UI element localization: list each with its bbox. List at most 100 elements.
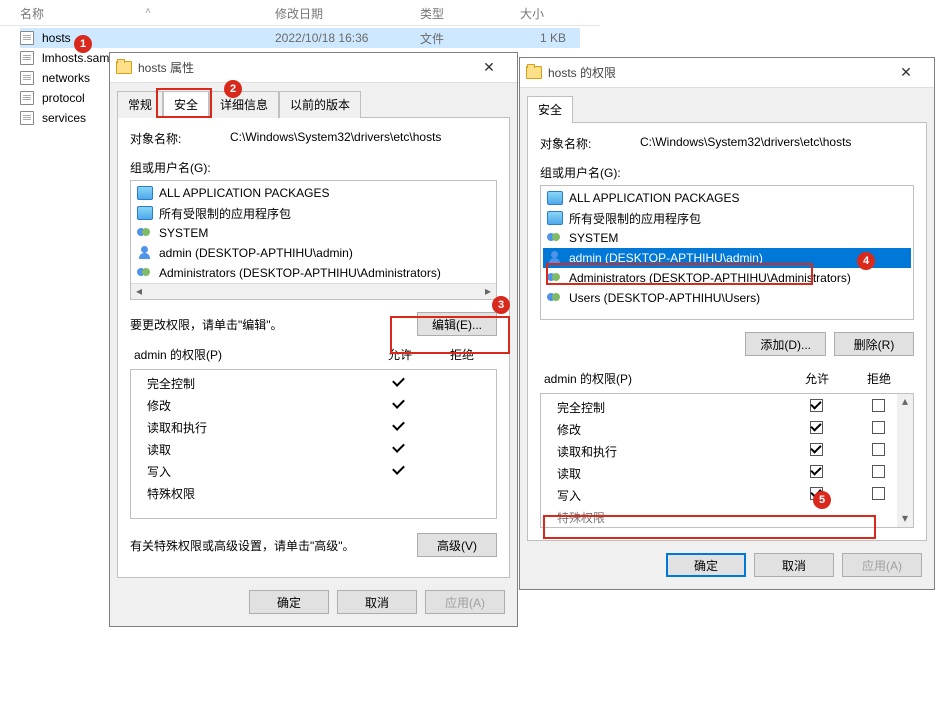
callout-badge-2: 2: [224, 80, 242, 98]
close-button[interactable]: ✕: [884, 59, 928, 87]
list-item-label: Administrators (DESKTOP-APTHIHU\Administ…: [569, 271, 851, 285]
add-button[interactable]: 添加(D)...: [745, 332, 826, 356]
deny-checkbox[interactable]: [872, 465, 885, 478]
tab-previous-versions[interactable]: 以前的版本: [279, 91, 361, 118]
package-icon: [137, 206, 153, 220]
file-row[interactable]: hosts 2022/10/18 16:36 文件 1 KB: [20, 28, 580, 48]
package-icon: [137, 186, 153, 200]
close-button[interactable]: ✕: [467, 54, 511, 82]
list-item[interactable]: admin (DESKTOP-APTHIHU\admin): [133, 243, 494, 263]
list-item[interactable]: admin (DESKTOP-APTHIHU\admin): [543, 248, 911, 268]
cancel-button[interactable]: 取消: [754, 553, 834, 577]
advanced-hint: 有关特殊权限或高级设置，请单击"高级"。: [130, 537, 355, 554]
col-allow: 允许: [786, 370, 848, 387]
col-type[interactable]: 类型: [420, 5, 444, 22]
perm-name: 修改: [557, 421, 785, 438]
groups-listbox[interactable]: ALL APPLICATION PACKAGES 所有受限制的应用程序包 SYS…: [540, 185, 914, 320]
properties-dialog: hosts 属性 ✕ 常规 安全 详细信息 以前的版本 对象名称: C:\Win…: [109, 52, 518, 627]
tab-security[interactable]: 安全: [163, 91, 209, 118]
deny-checkbox[interactable]: [872, 443, 885, 456]
remove-button[interactable]: 删除(R): [834, 332, 914, 356]
col-size[interactable]: 大小: [520, 5, 544, 22]
file-date: 2022/10/18 16:36: [275, 31, 368, 45]
perm-row: 写入: [545, 484, 909, 506]
group-icon: [547, 231, 563, 245]
cancel-button[interactable]: 取消: [337, 590, 417, 614]
edit-button[interactable]: 编辑(E)...: [417, 312, 497, 336]
group-icon: [547, 271, 563, 285]
titlebar[interactable]: hosts 的权限 ✕: [520, 58, 934, 88]
allow-checkbox[interactable]: [810, 421, 823, 434]
list-item-label: ALL APPLICATION PACKAGES: [159, 186, 330, 200]
perm-name: 读取和执行: [557, 443, 785, 460]
permissions-title: admin 的权限(P): [134, 346, 369, 363]
tab-general[interactable]: 常规: [117, 91, 163, 118]
list-item[interactable]: Users (DESKTOP-APTHIHU\Users): [543, 288, 911, 308]
deny-checkbox[interactable]: [872, 487, 885, 500]
check-icon: [392, 419, 406, 433]
col-deny: 拒绝: [848, 370, 910, 387]
perm-name: 读取: [147, 441, 368, 458]
edit-hint: 要更改权限，请单击"编辑"。: [130, 316, 283, 333]
explorer-columns: 名称 ˄ 修改日期 类型 大小: [0, 0, 600, 26]
callout-badge-3: 3: [492, 296, 510, 314]
advanced-button[interactable]: 高级(V): [417, 533, 497, 557]
groups-listbox[interactable]: ALL APPLICATION PACKAGES 所有受限制的应用程序包 SYS…: [130, 180, 497, 300]
check-icon: [392, 397, 406, 411]
ok-button[interactable]: 确定: [666, 553, 746, 577]
list-item-label: SYSTEM: [569, 231, 618, 245]
list-item-label: Administrators (DESKTOP-APTHIHU\Administ…: [159, 266, 441, 280]
deny-checkbox[interactable]: [872, 399, 885, 412]
file-icon: [20, 91, 34, 105]
list-item[interactable]: ALL APPLICATION PACKAGES: [133, 183, 494, 203]
file-type: 文件: [420, 30, 444, 47]
file-size: 1 KB: [540, 31, 566, 45]
list-item[interactable]: 所有受限制的应用程序包: [543, 208, 911, 228]
list-item[interactable]: SYSTEM: [543, 228, 911, 248]
allow-checkbox[interactable]: [810, 443, 823, 456]
user-icon: [547, 251, 563, 265]
vertical-scrollbar[interactable]: ▴▾: [897, 394, 913, 527]
perm-row: 修改: [545, 418, 909, 440]
group-icon: [137, 226, 153, 240]
apply-button[interactable]: 应用(A): [425, 590, 505, 614]
titlebar[interactable]: hosts 属性 ✕: [110, 53, 517, 83]
list-item-label: admin (DESKTOP-APTHIHU\admin): [569, 251, 763, 265]
tab-details[interactable]: 详细信息: [209, 91, 279, 118]
tab-row: 常规 安全 详细信息 以前的版本: [117, 90, 510, 117]
check-icon: [392, 463, 406, 477]
object-name-value: C:\Windows\System32\drivers\etc\hosts: [640, 135, 914, 152]
col-allow: 允许: [369, 346, 431, 363]
arrow-down-icon[interactable]: ▾: [897, 511, 913, 527]
perm-name: 读取和执行: [147, 419, 368, 436]
tab-panel-security: 对象名称: C:\Windows\System32\drivers\etc\ho…: [117, 117, 510, 578]
deny-checkbox[interactable]: [872, 421, 885, 434]
tab-security[interactable]: 安全: [527, 96, 573, 123]
file-icon: [20, 31, 34, 45]
list-item[interactable]: 所有受限制的应用程序包: [133, 203, 494, 223]
list-item[interactable]: ALL APPLICATION PACKAGES: [543, 188, 911, 208]
arrow-right-icon[interactable]: ▸: [480, 284, 496, 299]
perm-row: 读取和执行: [135, 416, 492, 438]
list-item[interactable]: SYSTEM: [133, 223, 494, 243]
check-icon: [392, 441, 406, 455]
apply-button[interactable]: 应用(A): [842, 553, 922, 577]
allow-checkbox[interactable]: [810, 399, 823, 412]
window-title: hosts 的权限: [548, 64, 884, 81]
allow-checkbox[interactable]: [810, 465, 823, 478]
col-deny: 拒绝: [431, 346, 493, 363]
arrow-up-icon[interactable]: ▴: [897, 394, 913, 410]
callout-badge-4: 4: [857, 252, 875, 270]
list-item[interactable]: Administrators (DESKTOP-APTHIHU\Administ…: [133, 263, 494, 283]
window-title: hosts 属性: [138, 59, 467, 76]
permissions-listbox: 完全控制 修改 读取和执行 读取 写入 特殊权限 ▴▾: [540, 393, 914, 528]
col-date[interactable]: 修改日期: [275, 5, 323, 22]
perm-row: 读取: [135, 438, 492, 460]
ok-button[interactable]: 确定: [249, 590, 329, 614]
groups-label: 组或用户名(G):: [540, 164, 914, 181]
list-item[interactable]: Administrators (DESKTOP-APTHIHU\Administ…: [543, 268, 911, 288]
perm-row: 完全控制: [135, 372, 492, 394]
horizontal-scrollbar[interactable]: ◂▸: [131, 283, 496, 299]
col-name[interactable]: 名称: [20, 5, 44, 22]
arrow-left-icon[interactable]: ◂: [131, 284, 147, 299]
